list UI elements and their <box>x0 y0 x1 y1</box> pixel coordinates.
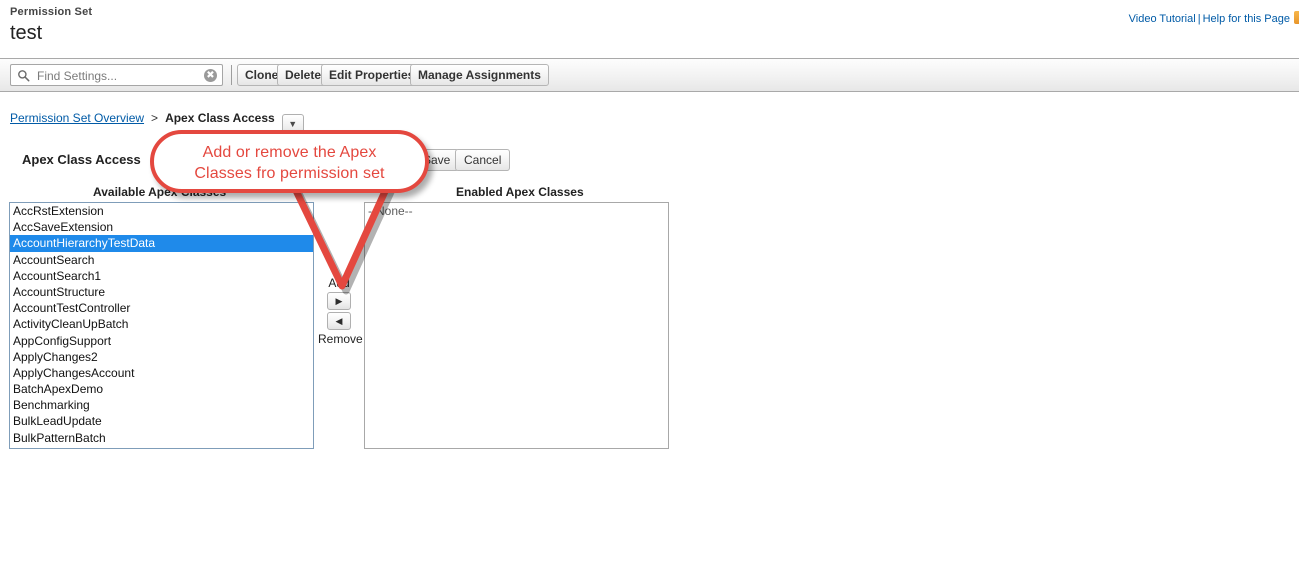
cancel-button[interactable]: Cancel <box>455 149 511 171</box>
manage-assignments-button[interactable]: Manage Assignments <box>410 64 549 86</box>
add-label: Add <box>328 276 350 290</box>
breadcrumb-separator: > <box>151 111 159 125</box>
list-item[interactable]: BulkPatternBatch <box>10 430 313 446</box>
list-item[interactable]: ApplyChangesAccount <box>10 365 313 381</box>
list-item[interactable]: BatchApexDemo <box>10 381 313 397</box>
help-badge-icon <box>1294 11 1299 24</box>
remove-button[interactable]: ◀ <box>327 312 351 330</box>
clear-search-icon[interactable]: ✖ <box>204 69 217 82</box>
section-title: Apex Class Access <box>22 152 141 167</box>
callout-line-1: Add or remove the Apex <box>202 144 377 161</box>
page-title: test <box>10 22 43 44</box>
list-item[interactable]: AccountSearch1 <box>10 268 313 284</box>
enabled-apex-classes-label: Enabled Apex Classes <box>456 185 584 199</box>
find-settings-search-box[interactable]: ✖ <box>10 64 223 87</box>
breadcrumb-current-page: Apex Class Access <box>165 111 275 125</box>
video-tutorial-link[interactable]: Video Tutorial <box>1129 13 1196 25</box>
list-item[interactable]: AccountTestController <box>10 300 313 316</box>
remove-label: Remove <box>318 332 363 346</box>
header-text-block: Permission Set test <box>10 6 92 45</box>
search-input[interactable] <box>35 65 199 87</box>
transfer-controls: Add ▶ ◀ Remove <box>318 276 363 346</box>
list-item[interactable]: Benchmarking <box>10 397 313 413</box>
add-button[interactable]: ▶ <box>327 292 351 310</box>
permission-set-eyebrow: Permission Set <box>10 6 93 18</box>
page-header: Permission Set test Video Tutorial | Help … <box>0 0 1299 56</box>
list-item[interactable]: AccountSearch <box>10 252 313 268</box>
callout-line-2: Classes fro permission set <box>194 165 385 182</box>
settings-toolbar: ✖ Clone Delete Edit Properties Manage As… <box>0 58 1299 92</box>
search-icon <box>18 70 30 82</box>
help-for-this-page-link[interactable]: Help for this Page <box>1203 13 1290 25</box>
list-item[interactable]: ApplyChanges2 <box>10 349 313 365</box>
list-item[interactable]: AccountHierarchyTestData <box>10 235 313 252</box>
enabled-none-text: --None-- <box>368 204 413 218</box>
header-links: Video Tutorial | Help for this Page <box>1129 11 1299 25</box>
list-item[interactable]: ActivityCleanUpBatch <box>10 316 313 332</box>
enabled-apex-classes-listbox[interactable]: --None-- <box>364 202 669 449</box>
list-item[interactable]: AppConfigSupport <box>10 333 313 349</box>
list-item[interactable]: AccountStructure <box>10 284 313 300</box>
list-item[interactable]: AccSaveExtension <box>10 219 313 235</box>
header-link-separator: | <box>1197 13 1201 25</box>
toolbar-divider <box>231 65 232 85</box>
list-item[interactable]: AccRstExtension <box>10 203 313 219</box>
available-apex-classes-listbox[interactable]: AccRstExtension AccSaveExtension AccountHi… <box>9 202 314 449</box>
breadcrumb-link-permission-set-overview[interactable]: Permission Set Overview <box>10 111 144 125</box>
callout-text: Add or remove the Apex Classes fro permi… <box>154 142 425 184</box>
callout-bubble: Add or remove the Apex Classes fro permi… <box>150 130 429 193</box>
edit-properties-button[interactable]: Edit Properties <box>321 64 423 86</box>
list-item[interactable]: BulkLeadUpdate <box>10 413 313 429</box>
